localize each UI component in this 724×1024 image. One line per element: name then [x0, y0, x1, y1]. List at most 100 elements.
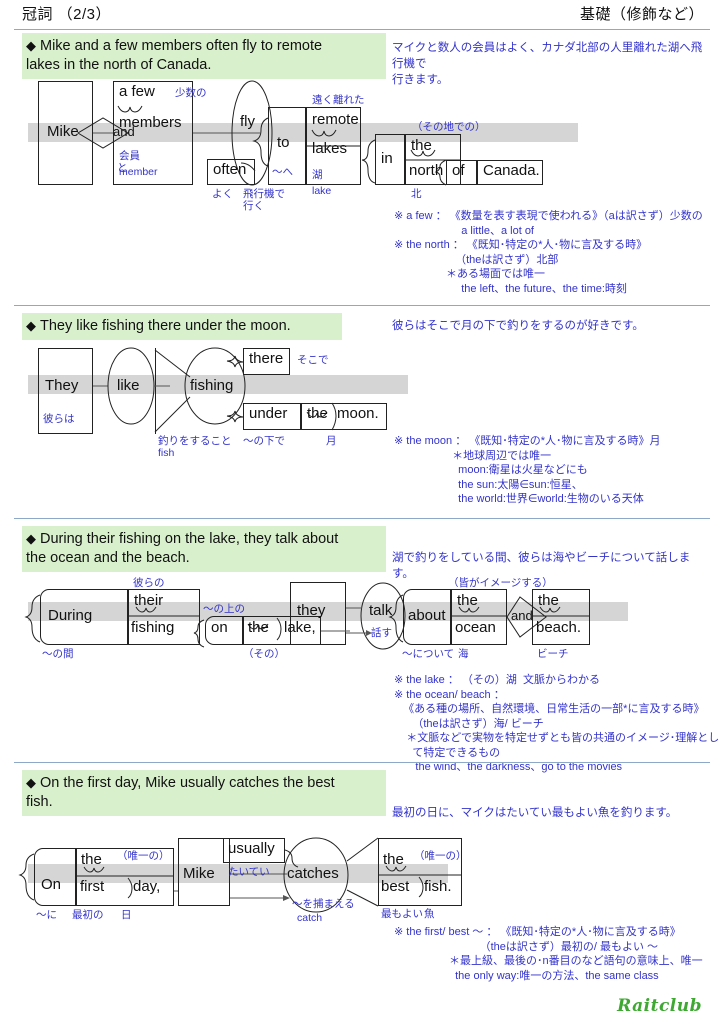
- section-divider-1: [14, 305, 710, 306]
- gloss-the-lake: （その）: [243, 648, 285, 660]
- diamond-bullet-icon-3: ◆: [26, 531, 36, 546]
- word-mike: Mike: [47, 123, 79, 140]
- gloss-their: 彼らの: [133, 577, 165, 589]
- gloss-members-en: member: [119, 166, 158, 178]
- gloss-about: 〜について: [402, 648, 455, 660]
- word-beach: beach.: [536, 619, 582, 636]
- gloss-often: よく: [212, 188, 233, 200]
- gloss-the-unique-2: （唯一の）: [414, 850, 467, 862]
- word-ocean: ocean: [455, 619, 496, 636]
- word-during: During: [48, 607, 93, 624]
- word-mike-4: Mike: [183, 865, 215, 882]
- word-there: there: [249, 350, 284, 367]
- section-divider-3: [14, 762, 710, 763]
- gloss-during: 〜の間: [42, 648, 74, 660]
- word-members: members: [119, 114, 182, 131]
- gloss-day: 日: [121, 909, 132, 921]
- word-moon: moon.: [337, 405, 379, 422]
- diamond-bullet-icon-2: ◆: [26, 318, 36, 333]
- section-divider-2: [14, 518, 710, 519]
- gloss-catches-jp: 〜を捕まえる: [292, 898, 355, 910]
- word-often: often: [213, 161, 247, 178]
- word-the: the: [411, 137, 432, 154]
- gloss-catches-en: catch: [297, 912, 323, 924]
- gloss-lakes-jp: 湖: [312, 169, 323, 181]
- english-sentence-4: ◆ On the first day, Mike usually catches …: [22, 770, 386, 816]
- gloss-they: 彼らは: [43, 413, 75, 425]
- word-to: to: [277, 134, 290, 151]
- gloss-talk: 話す: [371, 627, 392, 639]
- word-first: first: [80, 878, 105, 895]
- diamond-bullet-icon-4: ◆: [26, 775, 36, 790]
- gloss-fly: 飛行機で 行く: [243, 188, 285, 212]
- word-usually: usually: [228, 840, 275, 857]
- brand-logo: Raitclub: [617, 996, 702, 1016]
- word-a-few: a few: [119, 83, 155, 100]
- grammar-notes-3: ※ the lake ： （その）湖 文脈からわかる ※ the ocean/ …: [394, 674, 720, 773]
- gloss-members-jp: 会員: [119, 150, 140, 162]
- gloss-fish-4: 魚: [424, 908, 435, 920]
- gloss-ocean: 海: [458, 648, 469, 660]
- word-under: under: [249, 405, 288, 422]
- grammar-notes-1: ※ a few ： 《数量を表す表現で使われる》（aは訳さず）少数の a lit…: [394, 210, 703, 295]
- word-remote: remote: [312, 111, 359, 128]
- gloss-lakes-en: lake: [312, 185, 332, 197]
- gloss-the-north: （その地での）: [412, 121, 486, 133]
- divider-fishing: [155, 348, 156, 434]
- gloss-on: 〜の上の: [203, 603, 245, 615]
- word-day: day,: [133, 878, 161, 895]
- word-like: like: [117, 377, 140, 394]
- sentence-diagram-4: On the first day, Mike usually catches t…: [0, 828, 480, 924]
- gloss-remote: 遠く離れた: [312, 94, 365, 106]
- gloss-fishing-en: fish: [158, 447, 175, 459]
- word-canada: Canada.: [483, 162, 540, 179]
- word-and-3: and: [511, 608, 533, 623]
- japanese-translation-2: 彼らはそこで月の下で釣りをするのが好きです。: [392, 320, 644, 332]
- word-best: best: [381, 878, 410, 895]
- grammar-notes-2: ※ the moon ： 《既知･特定の*人･物に言及する時》月 ＊地球周辺では…: [394, 435, 661, 505]
- word-the-ocean-the: the: [457, 592, 478, 609]
- gloss-north: 北: [411, 188, 422, 200]
- page-title-left: 冠詞 （2/3）: [22, 6, 112, 23]
- word-catches: catches: [287, 865, 339, 882]
- sentence-diagram-2: They like fishing there under the moon. …: [0, 345, 420, 459]
- worksheet-page: 冠詞 （2/3） 基礎（修飾など） ◆ Mike and a few member…: [0, 0, 724, 1024]
- gloss-and-image: （皆がイメージする）: [448, 577, 553, 589]
- header-divider: [14, 29, 710, 30]
- gloss-moon: 月: [326, 435, 337, 447]
- word-on-4: On: [41, 876, 62, 893]
- word-fly: fly: [240, 113, 255, 130]
- word-the-best-the: the: [383, 851, 404, 868]
- gloss-fishing-jp: 釣りをすること: [158, 435, 232, 447]
- word-fish: fish.: [424, 878, 452, 895]
- gloss-the-unique: （唯一の）: [117, 850, 170, 862]
- gloss-first: 最初の: [72, 909, 104, 921]
- word-their: their: [134, 592, 164, 609]
- word-the-3: the: [248, 619, 269, 636]
- word-they-3: they: [297, 602, 326, 619]
- gloss-beach: ビーチ: [537, 648, 569, 660]
- word-north: north: [409, 162, 444, 179]
- gloss-usually: たいてい: [228, 866, 270, 878]
- sentence-diagram-3: During their fishing on the lake, they t…: [0, 575, 628, 665]
- grammar-notes-4: ※ the first/ best 〜 ： 《既知･特定の*人･物に言及する時》…: [394, 926, 703, 982]
- gloss-under: 〜の下で: [243, 435, 285, 447]
- word-the-4: the: [81, 851, 102, 868]
- page-title-right: 基礎（修飾など）: [579, 6, 704, 23]
- word-of: of: [452, 162, 465, 179]
- word-lakes: lakes: [312, 140, 348, 157]
- word-the-2: the: [307, 405, 328, 422]
- gloss-there: そこで: [297, 354, 329, 366]
- word-in: in: [381, 150, 393, 167]
- gloss-a-few: 少数の: [175, 87, 207, 99]
- gloss-on-4: 〜に: [36, 909, 57, 921]
- word-the-beach-the: the: [538, 592, 559, 609]
- gloss-best: 最もよい: [381, 908, 423, 920]
- word-lake: lake,: [284, 619, 316, 636]
- japanese-translation-4: 最初の日に、マイクはたいてい最もよい魚を釣ります。: [392, 807, 678, 819]
- english-sentence-3: ◆ During their fishing on the lake, they …: [22, 526, 386, 572]
- page-header: 冠詞 （2/3） 基礎（修飾など）: [0, 0, 724, 30]
- sentence-diagram-1: Mike and a few members often fly to remo…: [0, 78, 580, 212]
- word-talk: talk: [369, 602, 393, 619]
- english-sentence-1: ◆ Mike and a few members often fly to rem…: [22, 33, 386, 79]
